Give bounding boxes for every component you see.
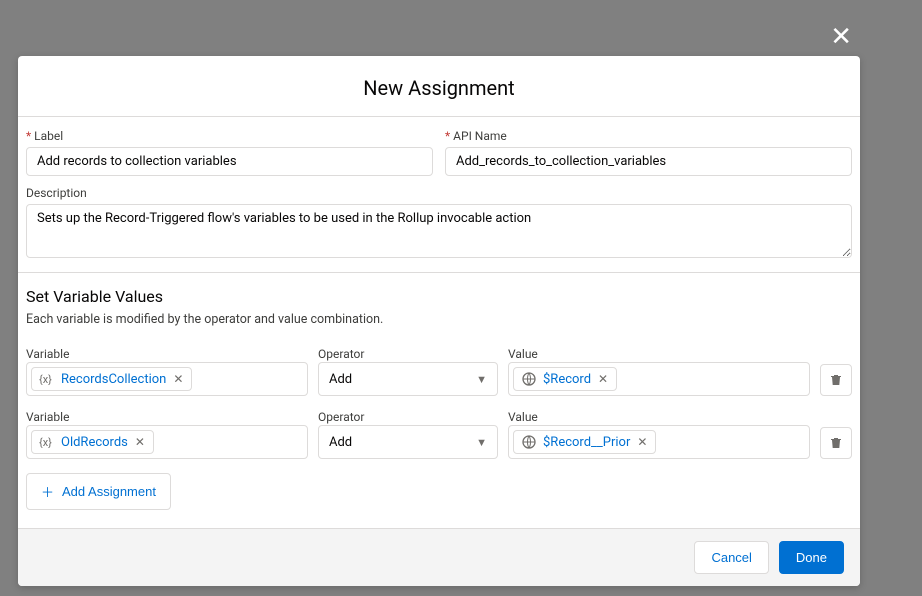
svg-text:{x}: {x}	[39, 373, 52, 386]
value-input[interactable]: $Record ✕	[508, 362, 810, 396]
assignment-row: Variable {x} RecordsCollection ✕ Operato…	[26, 343, 852, 396]
variable-pill-text: OldRecords	[61, 435, 128, 450]
trash-icon	[829, 436, 843, 450]
plus-icon: ＋	[41, 482, 54, 501]
api-name-field-label: API Name	[445, 129, 852, 143]
operator-select[interactable]: Add ▼	[318, 362, 498, 396]
value-pill-text: $Record__Prior	[543, 435, 630, 450]
cancel-button[interactable]: Cancel	[694, 541, 768, 574]
new-assignment-modal: New Assignment Label API Name Descriptio…	[18, 56, 860, 586]
variable-icon: {x}	[38, 370, 56, 388]
modal-header: New Assignment	[18, 56, 860, 117]
chevron-down-icon: ▼	[476, 436, 487, 449]
modal-body: Label API Name Description Set Variable …	[18, 117, 860, 528]
add-assignment-label: Add Assignment	[62, 484, 156, 499]
variable-input[interactable]: {x} RecordsCollection ✕	[26, 362, 308, 396]
add-assignment-button[interactable]: ＋ Add Assignment	[26, 473, 171, 510]
value-input[interactable]: $Record__Prior ✕	[508, 425, 810, 459]
close-icon[interactable]: ✕	[830, 24, 852, 50]
operator-col-label: Operator	[318, 347, 364, 361]
remove-pill-icon[interactable]: ✕	[171, 372, 185, 386]
value-pill-text: $Record	[543, 372, 591, 387]
variable-pill-text: RecordsCollection	[61, 372, 166, 387]
description-input[interactable]	[26, 204, 852, 258]
label-field-label: Label	[26, 129, 433, 143]
value-col-label: Value	[508, 347, 538, 361]
trash-icon	[829, 373, 843, 387]
globe-icon	[520, 370, 538, 388]
svg-text:{x}: {x}	[39, 436, 52, 449]
assignment-row: Variable {x} OldRecords ✕ Operator Add ▼	[26, 406, 852, 459]
operator-value: Add	[329, 372, 352, 387]
done-button[interactable]: Done	[779, 541, 844, 574]
set-variable-values-sub: Each variable is modified by the operato…	[26, 312, 852, 327]
globe-icon	[520, 433, 538, 451]
variable-col-label: Variable	[26, 347, 69, 361]
modal-title: New Assignment	[18, 76, 860, 100]
modal-footer: Cancel Done	[18, 528, 860, 586]
variable-input[interactable]: {x} OldRecords ✕	[26, 425, 308, 459]
remove-pill-icon[interactable]: ✕	[635, 435, 649, 449]
variable-col-label: Variable	[26, 410, 69, 424]
set-variable-values-title: Set Variable Values	[26, 287, 852, 306]
label-input[interactable]	[26, 147, 433, 176]
description-field-label: Description	[26, 186, 852, 200]
chevron-down-icon: ▼	[476, 373, 487, 386]
remove-pill-icon[interactable]: ✕	[596, 372, 610, 386]
operator-select[interactable]: Add ▼	[318, 425, 498, 459]
operator-value: Add	[329, 435, 352, 450]
delete-row-button[interactable]	[820, 427, 852, 459]
remove-pill-icon[interactable]: ✕	[133, 435, 147, 449]
variable-icon: {x}	[38, 433, 56, 451]
operator-col-label: Operator	[318, 410, 364, 424]
delete-row-button[interactable]	[820, 364, 852, 396]
api-name-input[interactable]	[445, 147, 852, 176]
value-col-label: Value	[508, 410, 538, 424]
